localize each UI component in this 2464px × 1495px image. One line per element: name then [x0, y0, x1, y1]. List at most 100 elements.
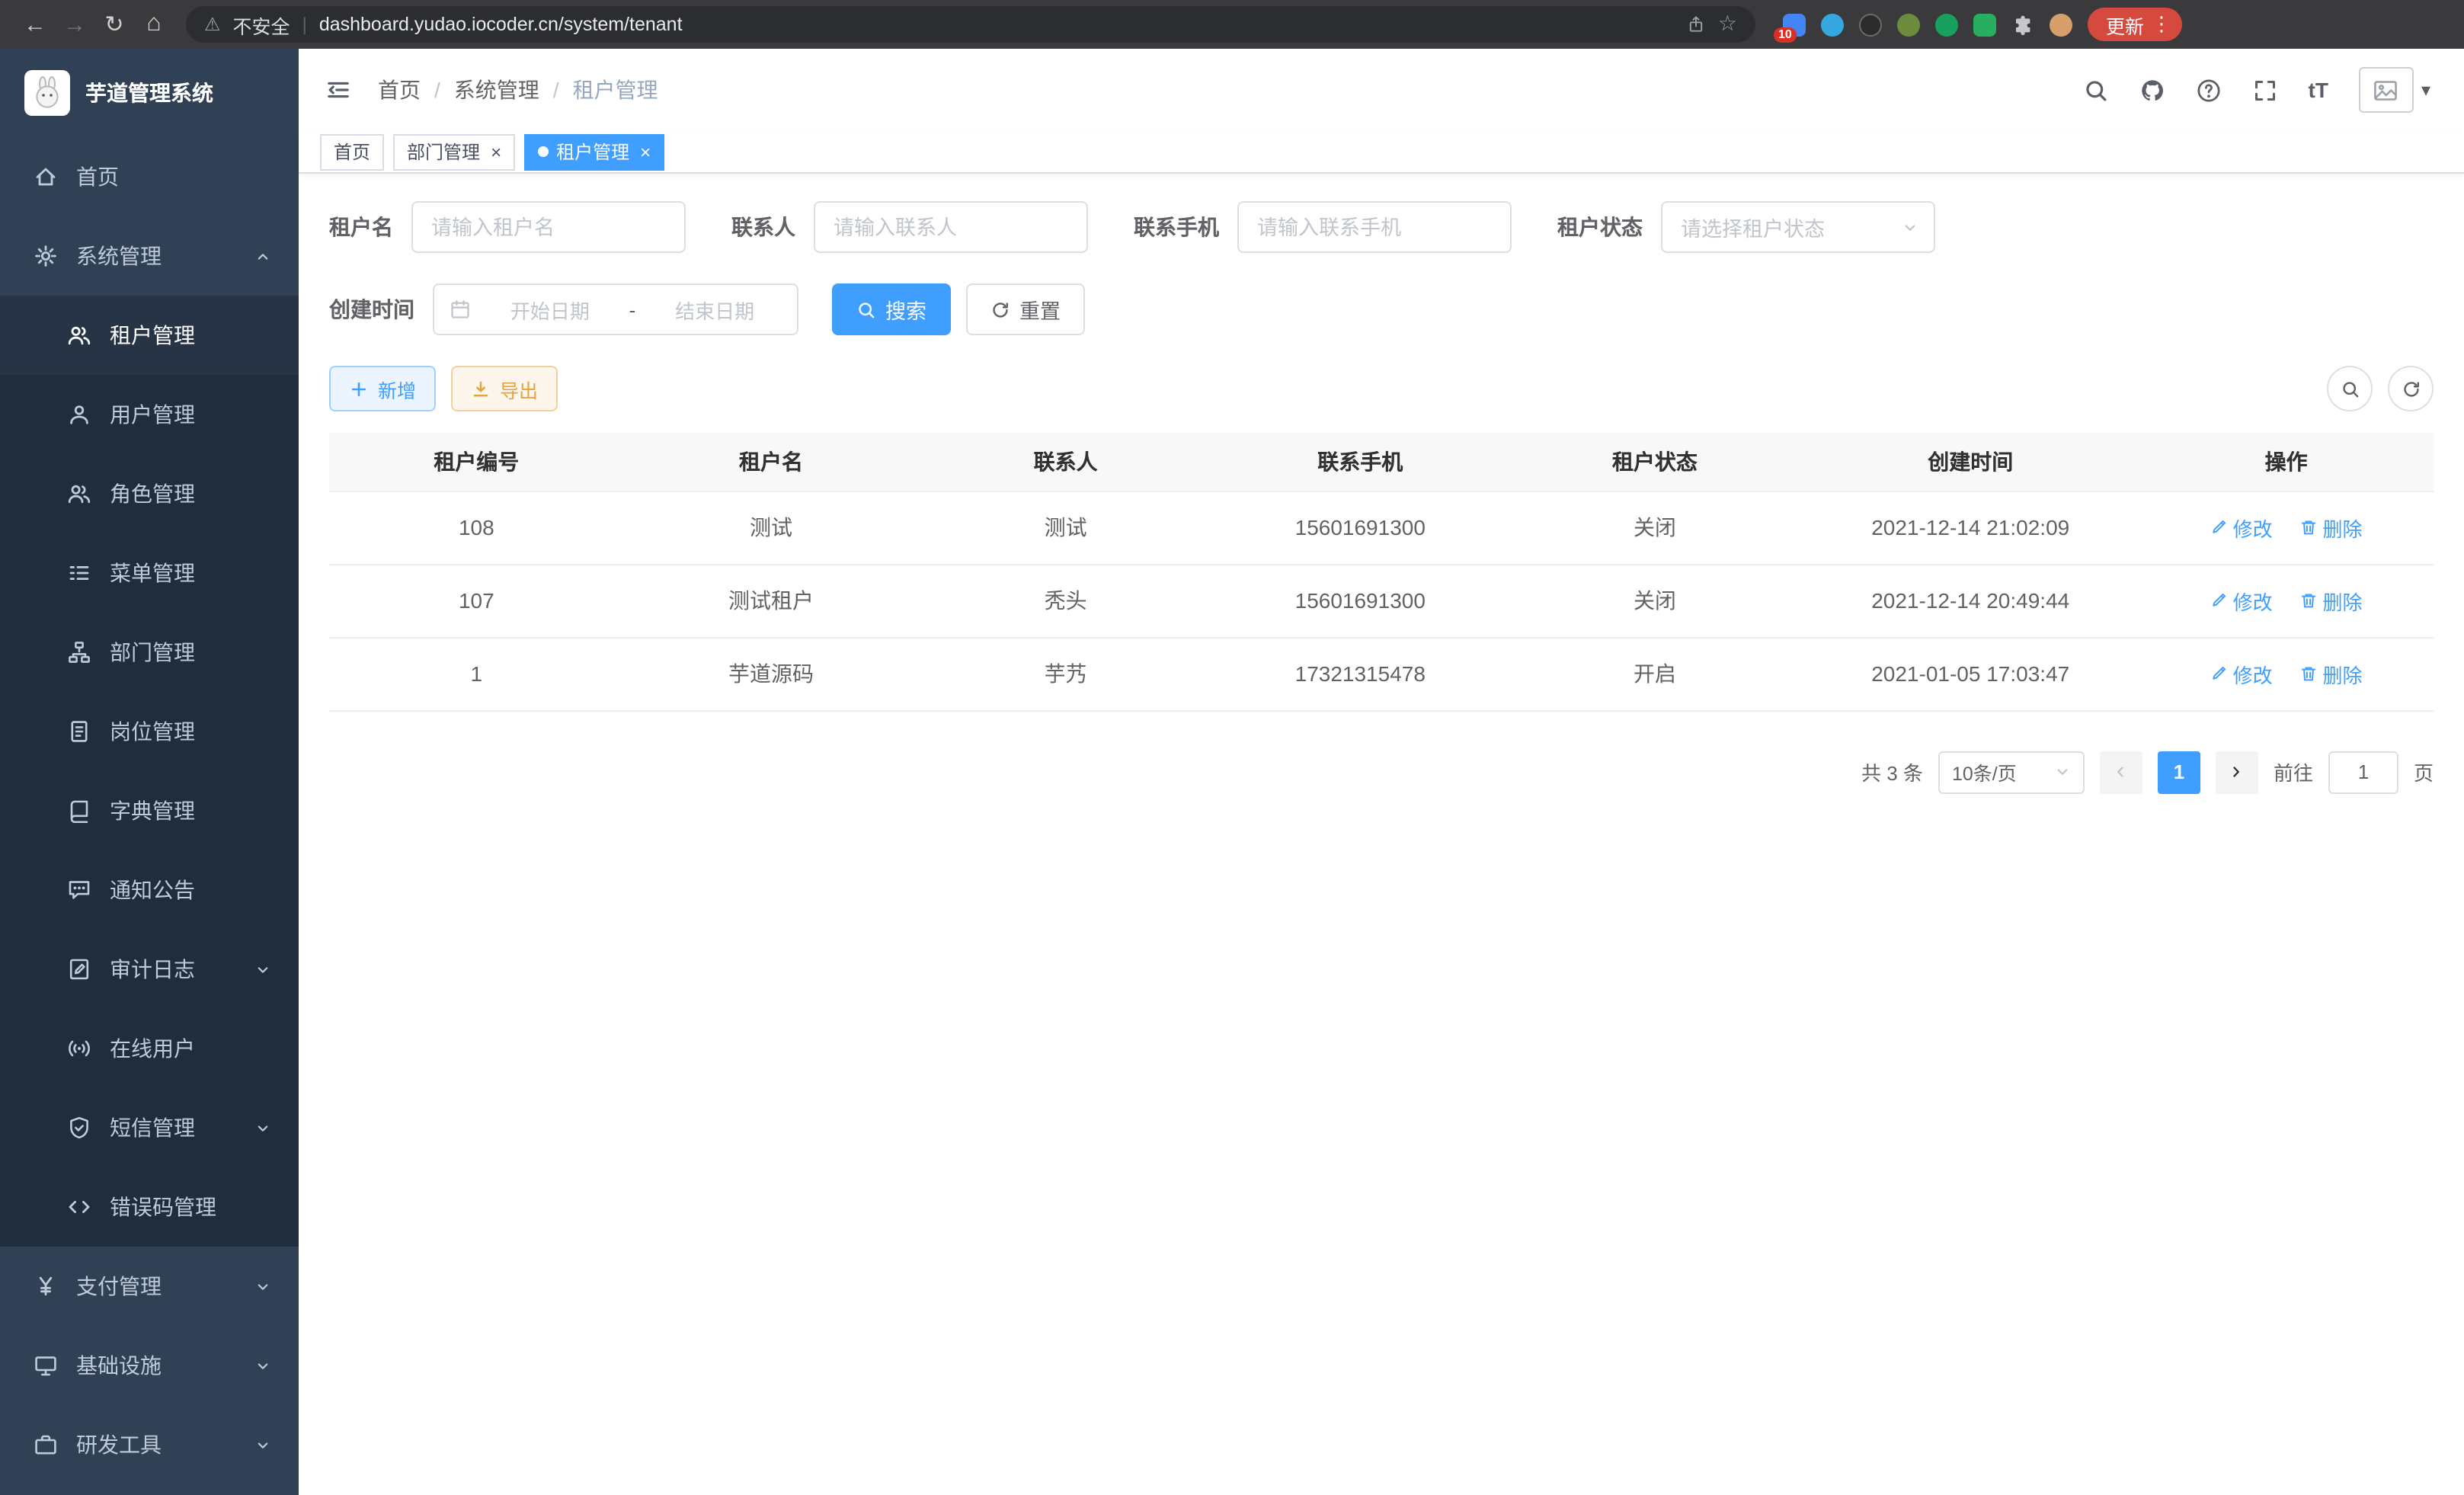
browser-forward-button[interactable] [55, 5, 94, 44]
extension-icon[interactable] [1859, 13, 1882, 36]
sidebar-item-dict-management[interactable]: 字典管理 [0, 771, 299, 850]
sidebar-item-dept-management[interactable]: 部门管理 [0, 613, 299, 692]
extension-icon[interactable]: 10 [1783, 13, 1806, 36]
page-number-button[interactable]: 1 [2158, 751, 2200, 793]
edit-icon [2210, 591, 2229, 610]
sidebar-item-dev-tools[interactable]: 研发工具 [0, 1405, 299, 1484]
sidebar-item-system-management[interactable]: 系统管理 [0, 216, 299, 296]
filter-row-2: 创建时间 开始日期 - 结束日期 搜索 重置 [329, 283, 2434, 335]
breadcrumb-separator: / [434, 78, 440, 102]
avatar[interactable] [2359, 67, 2414, 113]
sidebar-toggle-button[interactable] [299, 49, 378, 131]
close-icon[interactable] [637, 141, 651, 162]
sidebar-item-tenant-management[interactable]: 租户管理 [0, 296, 299, 375]
page-content: 租户名 联系人 联系手机 租户状态 请选择租户状态 [299, 174, 2464, 793]
add-button[interactable]: 新增 [329, 366, 436, 411]
sidebar-item-notice[interactable]: 通知公告 [0, 850, 299, 930]
breadcrumb-item-home[interactable]: 首页 [378, 75, 421, 105]
browser-home-button[interactable] [134, 5, 174, 44]
delete-link[interactable]: 删除 [2299, 659, 2362, 688]
sidebar-item-home[interactable]: 首页 [0, 137, 299, 216]
cell-status: 关闭 [1508, 564, 1803, 637]
browser-menu-icon[interactable] [2152, 12, 2171, 37]
cell-contact: 测试 [918, 491, 1213, 564]
sidebar-item-role-management[interactable]: 角色管理 [0, 454, 299, 533]
browser-profile-avatar[interactable] [2050, 13, 2072, 36]
chevron-down-icon [1902, 219, 1918, 235]
browser-reload-button[interactable] [94, 5, 134, 44]
table-row: 107 测试租户 秃头 15601691300 关闭 2021-12-14 20… [329, 564, 2434, 637]
browser-update-button[interactable]: 更新 [2088, 8, 2182, 41]
page-unit-label: 页 [2414, 757, 2434, 786]
org-tree-icon [67, 640, 91, 664]
sidebar-item-error-code-management[interactable]: 错误码管理 [0, 1167, 299, 1247]
cell-status: 开启 [1508, 637, 1803, 710]
edit-link[interactable]: 修改 [2210, 586, 2273, 615]
sidebar-item-payment-management[interactable]: 支付管理 [0, 1247, 299, 1326]
refresh-icon [2401, 379, 2421, 399]
extension-icon[interactable] [1935, 13, 1958, 36]
cell-created: 2021-12-14 20:49:44 [1802, 564, 2139, 637]
sidebar-item-label: 错误码管理 [110, 1192, 216, 1222]
search-button[interactable]: 搜索 [832, 283, 951, 335]
phone-input[interactable] [1237, 201, 1512, 253]
extensions-area: 10 [1783, 13, 2072, 36]
app-logo[interactable]: 芋道管理系统 [0, 49, 299, 137]
export-button[interactable]: 导出 [451, 366, 558, 411]
extension-icon[interactable] [1973, 13, 1996, 36]
tab-dept-management[interactable]: 部门管理 [393, 133, 515, 170]
contact-input[interactable] [814, 201, 1088, 253]
sidebar-item-post-management[interactable]: 岗位管理 [0, 692, 299, 771]
fullscreen-icon[interactable] [2252, 77, 2278, 103]
edit-link[interactable]: 修改 [2210, 513, 2273, 542]
goto-page-input[interactable] [2328, 751, 2398, 793]
bookmark-star-icon[interactable] [1718, 11, 1737, 38]
question-icon[interactable] [2196, 77, 2222, 103]
sidebar-item-sms-management[interactable]: 短信管理 [0, 1088, 299, 1167]
breadcrumb: 首页 / 系统管理 / 租户管理 [378, 75, 658, 105]
trash-icon [2299, 664, 2318, 683]
edit-link[interactable]: 修改 [2210, 659, 2273, 688]
payment-yen-icon [34, 1274, 58, 1298]
edit-icon [2210, 518, 2229, 536]
navbar-actions [2083, 67, 2431, 113]
sidebar-item-user-management[interactable]: 用户管理 [0, 375, 299, 454]
share-icon[interactable] [1688, 15, 1706, 34]
browser-back-button[interactable] [15, 5, 55, 44]
extension-icon[interactable] [1821, 13, 1844, 36]
date-range-picker[interactable]: 开始日期 - 结束日期 [433, 283, 798, 335]
page-size-select[interactable]: 10条/页 [1938, 751, 2085, 793]
update-label: 更新 [2106, 10, 2144, 39]
sidebar-item-infrastructure[interactable]: 基础设施 [0, 1326, 299, 1405]
delete-link[interactable]: 删除 [2299, 513, 2362, 542]
search-icon[interactable] [2083, 77, 2109, 103]
extension-icon[interactable] [1897, 13, 1920, 36]
sidebar-item-online-users[interactable]: 在线用户 [0, 1009, 299, 1088]
tab-tenant-management[interactable]: 租户管理 [524, 133, 664, 170]
delete-link[interactable]: 删除 [2299, 586, 2362, 615]
extensions-puzzle-icon[interactable] [2011, 13, 2034, 36]
user-avatar-dropdown[interactable] [2359, 67, 2430, 113]
refresh-table-button[interactable] [2388, 366, 2434, 411]
sidebar-item-audit-log[interactable]: 审计日志 [0, 930, 299, 1009]
sidebar-item-menu-management[interactable]: 菜单管理 [0, 533, 299, 613]
column-header-tenant-id: 租户编号 [329, 433, 624, 491]
cell-tenant-name: 芋道源码 [624, 637, 919, 710]
sidebar-item-label: 短信管理 [110, 1112, 195, 1143]
github-icon[interactable] [2139, 77, 2165, 103]
tab-home[interactable]: 首页 [320, 133, 384, 170]
tenant-name-input[interactable] [411, 201, 686, 253]
status-select[interactable]: 请选择租户状态 [1661, 201, 1935, 253]
font-size-icon[interactable] [2309, 78, 2328, 102]
breadcrumb-item-system[interactable]: 系统管理 [454, 75, 539, 105]
close-icon[interactable] [488, 141, 501, 162]
address-bar[interactable]: 不安全 | dashboard.yudao.iocoder.cn/system/… [186, 6, 1755, 43]
toggle-search-button[interactable] [2327, 366, 2373, 411]
security-label[interactable]: 不安全 [233, 10, 290, 39]
url-text[interactable]: dashboard.yudao.iocoder.cn/system/tenant [319, 14, 683, 35]
next-page-button[interactable] [2216, 751, 2258, 793]
column-header-tenant-name: 租户名 [624, 433, 919, 491]
menu-list-icon [67, 561, 91, 585]
reset-button[interactable]: 重置 [966, 283, 1085, 335]
prev-page-button[interactable] [2100, 751, 2142, 793]
